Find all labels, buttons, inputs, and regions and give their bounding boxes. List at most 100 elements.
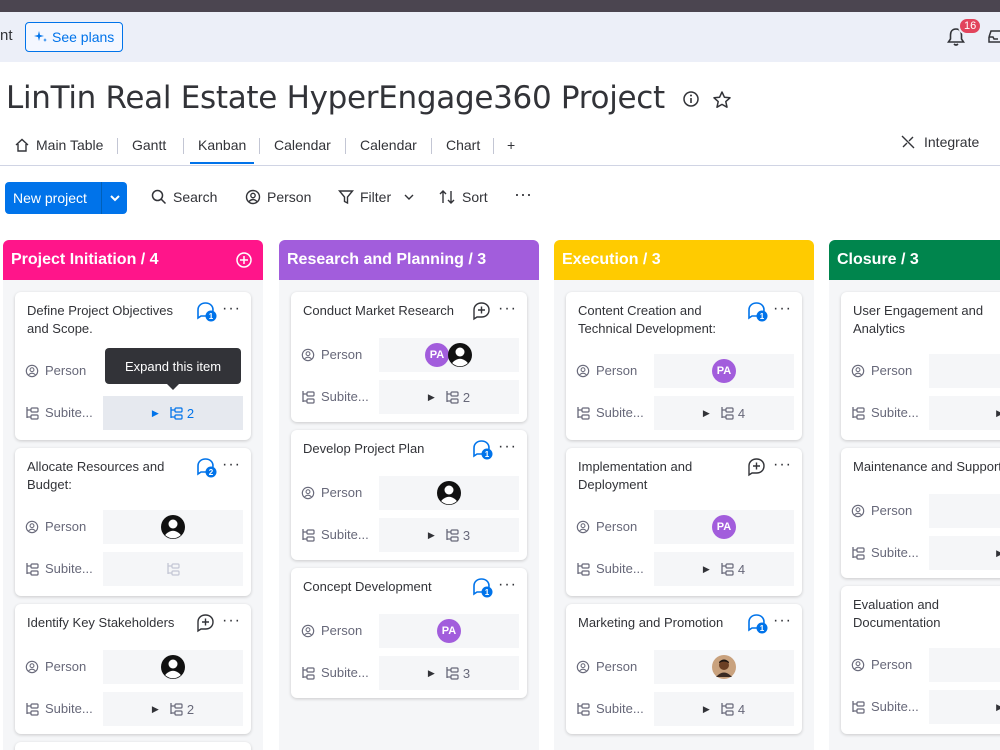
updates-icon[interactable]: 1 [746,300,768,322]
add-view-button[interactable]: + [507,134,515,156]
kanban-card[interactable]: Evaluation and Documentation Person Subi… [841,586,1000,734]
subitems-cell[interactable]: ▶ 4 [654,692,794,726]
subitems-cell[interactable]: ▶ 2 [103,692,243,726]
person-filter-button[interactable]: Person [245,189,311,205]
subitems-cell[interactable]: ▶ [929,690,1000,724]
updates-icon[interactable]: 1 [746,612,768,634]
subitems-cell[interactable]: ▶ 4 [654,552,794,586]
updates-icon[interactable]: 1 [195,300,217,322]
add-update-icon[interactable] [471,300,493,322]
column-header[interactable]: Research and Planning / 3 [279,240,539,280]
kanban-card[interactable]: Concept Development 1 ··· Person PA Subi… [291,568,527,698]
subitems-cell[interactable]: ▶ 4 [654,396,794,430]
subitems-row-label: Subite... [25,701,93,716]
kanban-board: Project Initiation / 4 Define Project Ob… [0,240,1000,750]
card-more-icon[interactable]: ··· [222,456,241,474]
expand-caret-icon[interactable]: ▶ [996,548,1000,559]
expand-caret-icon[interactable]: ▶ [996,408,1000,419]
person-cell[interactable] [654,650,794,684]
card-more-icon[interactable]: ··· [498,438,517,456]
search-button[interactable]: Search [151,189,217,205]
subitems-cell[interactable]: ▶ 2 [103,396,243,430]
subitems-label: Subite... [871,699,919,714]
kanban-card[interactable]: Allocate Resources and Budget: 2 ··· Per… [15,448,251,596]
card-more-icon[interactable]: ··· [498,300,517,318]
person-label: Person [267,189,312,205]
person-cell[interactable]: PA [929,354,1000,388]
person-cell[interactable]: PA [654,354,794,388]
kanban-card[interactable]: Define Project Objectives and Scope. 1 ·… [15,292,251,440]
person-cell[interactable] [103,650,243,684]
see-plans-button[interactable]: See plans [25,22,124,52]
subitems-cell[interactable]: ▶ 2 [379,380,519,414]
expand-caret-icon[interactable]: ▶ [428,668,435,679]
info-icon[interactable] [682,90,700,108]
column-header[interactable]: Closure / 3 [829,240,1000,280]
column-header[interactable]: Execution / 3 [554,240,814,280]
expand-caret-icon[interactable]: ▶ [152,408,159,419]
kanban-card[interactable]: Implementation and Deployment ··· Person… [566,448,802,596]
add-update-icon[interactable] [195,612,217,634]
subitems-cell[interactable] [103,552,243,586]
person-cell[interactable]: PA [379,338,519,372]
expand-caret-icon[interactable]: ▶ [703,564,710,575]
subitems-icon [446,529,459,542]
person-cell[interactable]: PA [654,510,794,544]
kanban-card[interactable]: Conduct Market Research ··· Person PA Su… [291,292,527,422]
subitems-cell[interactable]: ▶ 3 [379,518,519,552]
integrate-button[interactable]: Integrate [900,134,979,150]
tab-chart[interactable]: Chart [446,134,480,156]
subitems-cell[interactable]: ▶ 3 [379,656,519,690]
card-more-icon[interactable]: ··· [222,612,241,630]
card-more-icon[interactable]: ··· [773,612,792,630]
subitems-row: Subite... ▶ [841,396,1000,430]
card-more-icon[interactable]: ··· [222,300,241,318]
person-cell[interactable]: PA [379,614,519,648]
tab-gantt[interactable]: Gantt [132,134,166,156]
new-project-button[interactable]: New project [5,182,127,214]
tab-calendar-1[interactable]: Calendar [274,134,331,156]
updates-icon[interactable]: 2 [195,456,217,478]
avatar-pa: PA [712,359,736,383]
more-options-button[interactable]: ··· [514,184,532,205]
card-more-icon[interactable]: ··· [773,456,792,474]
tab-main-table[interactable]: Main Table [14,134,103,156]
kanban-card[interactable] [15,742,251,750]
expand-caret-icon[interactable]: ▶ [428,392,435,403]
tab-label: Chart [446,137,481,153]
new-project-dropdown[interactable] [101,182,127,214]
person-cell[interactable]: PA [929,494,1000,528]
updates-icon[interactable]: 1 [471,438,493,460]
subitems-cell[interactable]: ▶ [929,396,1000,430]
expand-caret-icon[interactable]: ▶ [996,702,1000,713]
kanban-card[interactable]: Maintenance and Support Person PA Subite… [841,448,1000,578]
kanban-card[interactable]: Identify Key Stakeholders ··· Person Sub… [15,604,251,734]
inbox-icon[interactable] [988,28,1000,44]
person-cell[interactable] [379,476,519,510]
sort-button[interactable]: Sort [438,189,488,205]
expand-caret-icon[interactable]: ▶ [703,408,710,419]
kanban-card[interactable]: Develop Project Plan 1 ··· Person Subite… [291,430,527,560]
tab-calendar-2[interactable]: Calendar [360,134,417,156]
subitems-row: Subite... [15,552,251,586]
person-cell[interactable] [103,510,243,544]
expand-caret-icon[interactable]: ▶ [152,704,159,715]
kanban-card[interactable]: Marketing and Promotion 1 ··· Person Sub… [566,604,802,734]
add-update-icon[interactable] [746,456,768,478]
person-icon [301,348,315,361]
expand-caret-icon[interactable]: ▶ [428,530,435,541]
expand-caret-icon[interactable]: ▶ [703,704,710,715]
person-cell[interactable] [929,648,1000,682]
card-more-icon[interactable]: ··· [498,576,517,594]
updates-icon[interactable]: 1 [471,576,493,598]
star-icon[interactable] [712,90,732,110]
filter-button[interactable]: Filter [338,189,415,205]
add-item-icon[interactable] [235,251,253,269]
tab-kanban[interactable]: Kanban [189,134,255,164]
kanban-card[interactable]: User Engagement and Analytics Person PA … [841,292,1000,440]
column-header[interactable]: Project Initiation / 4 [3,240,263,280]
subitems-cell[interactable]: ▶ [929,536,1000,570]
person-label: Person [596,659,638,674]
card-more-icon[interactable]: ··· [773,300,792,318]
kanban-card[interactable]: Content Creation and Technical Developme… [566,292,802,440]
